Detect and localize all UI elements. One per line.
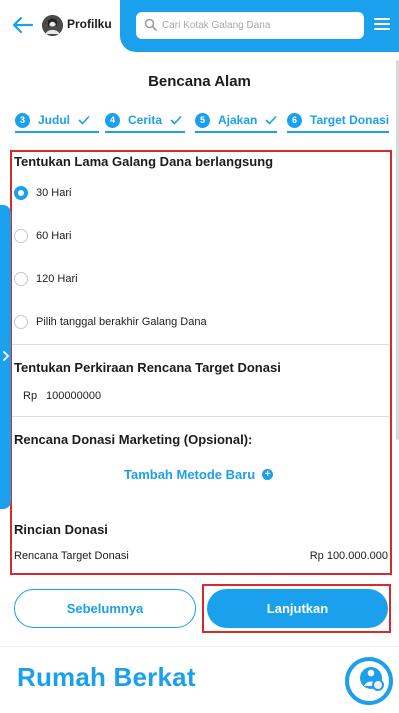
- checkmark-icon: [78, 115, 90, 125]
- footer-divider: [0, 646, 399, 647]
- radio-60-hari[interactable]: [14, 229, 28, 243]
- radio-120-hari[interactable]: [14, 272, 28, 286]
- marketing-title: Rencana Donasi Marketing (Opsional):: [14, 432, 253, 447]
- profile-avatar[interactable]: [42, 15, 63, 36]
- top-bar: Profilku: [0, 0, 399, 52]
- search-bar-container: [120, 0, 399, 52]
- add-method-button[interactable]: Tambah Metode Baru +: [124, 467, 274, 482]
- step-label: Ajakan: [218, 113, 258, 127]
- brand-name: Rumah Berkat: [17, 662, 196, 692]
- radio-30-hari[interactable]: [14, 186, 28, 200]
- step-label: Judul: [38, 113, 70, 127]
- step-number: 3: [15, 112, 30, 128]
- summary-row-label: Rencana Target Donasi: [14, 550, 129, 562]
- radio-custom-date[interactable]: [14, 315, 28, 329]
- step-underline: [105, 131, 185, 133]
- summary-row-value: Rp 100.000.000: [309, 550, 388, 562]
- search-box[interactable]: [136, 12, 364, 39]
- target-title: Tentukan Perkiraan Rencana Target Donasi: [14, 360, 281, 375]
- hamburger-menu-icon[interactable]: [374, 18, 390, 32]
- chevron-right-icon[interactable]: [1, 350, 11, 362]
- step-underline: [287, 131, 389, 133]
- target-amount-input[interactable]: [46, 386, 326, 406]
- checkmark-icon: [265, 115, 277, 125]
- search-input[interactable]: [162, 12, 358, 39]
- step-cerita[interactable]: 4 Cerita: [105, 109, 182, 131]
- step-label: Cerita: [128, 113, 163, 127]
- step-label: Target Donasi: [310, 113, 390, 127]
- step-number: 4: [105, 112, 120, 128]
- plus-icon: +: [262, 469, 274, 480]
- add-method-label: Tambah Metode Baru: [124, 467, 256, 482]
- step-number: 5: [195, 112, 210, 128]
- summary-title: Rincian Donasi: [14, 522, 108, 537]
- duration-title: Tentukan Lama Galang Dana berlangsung: [14, 154, 274, 169]
- radio-label[interactable]: 120 Hari: [36, 273, 78, 285]
- radio-label[interactable]: 60 Hari: [36, 230, 71, 242]
- previous-button[interactable]: Sebelumnya: [14, 589, 196, 628]
- checkmark-icon: [170, 115, 182, 125]
- currency-prefix: Rp: [23, 390, 38, 402]
- radio-label[interactable]: 30 Hari: [36, 187, 71, 199]
- radio-label[interactable]: Pilih tanggal berakhir Galang Dana: [36, 316, 207, 328]
- section-divider: [12, 344, 389, 345]
- next-button[interactable]: Lanjutkan: [207, 589, 388, 628]
- step-judul[interactable]: 3 Judul: [15, 109, 90, 131]
- step-underline: [195, 131, 277, 133]
- brand-logo-icon: [345, 657, 393, 705]
- section-divider: [12, 416, 389, 417]
- profile-label[interactable]: Profilku: [67, 17, 112, 31]
- search-icon: [144, 18, 157, 31]
- page-title: Bencana Alam: [148, 73, 251, 90]
- step-number: 6: [287, 112, 302, 128]
- step-ajakan[interactable]: 5 Ajakan: [195, 109, 277, 131]
- step-target-donasi[interactable]: 6 Target Donasi: [287, 109, 389, 131]
- back-arrow-icon[interactable]: [10, 12, 36, 38]
- step-underline: [15, 131, 99, 133]
